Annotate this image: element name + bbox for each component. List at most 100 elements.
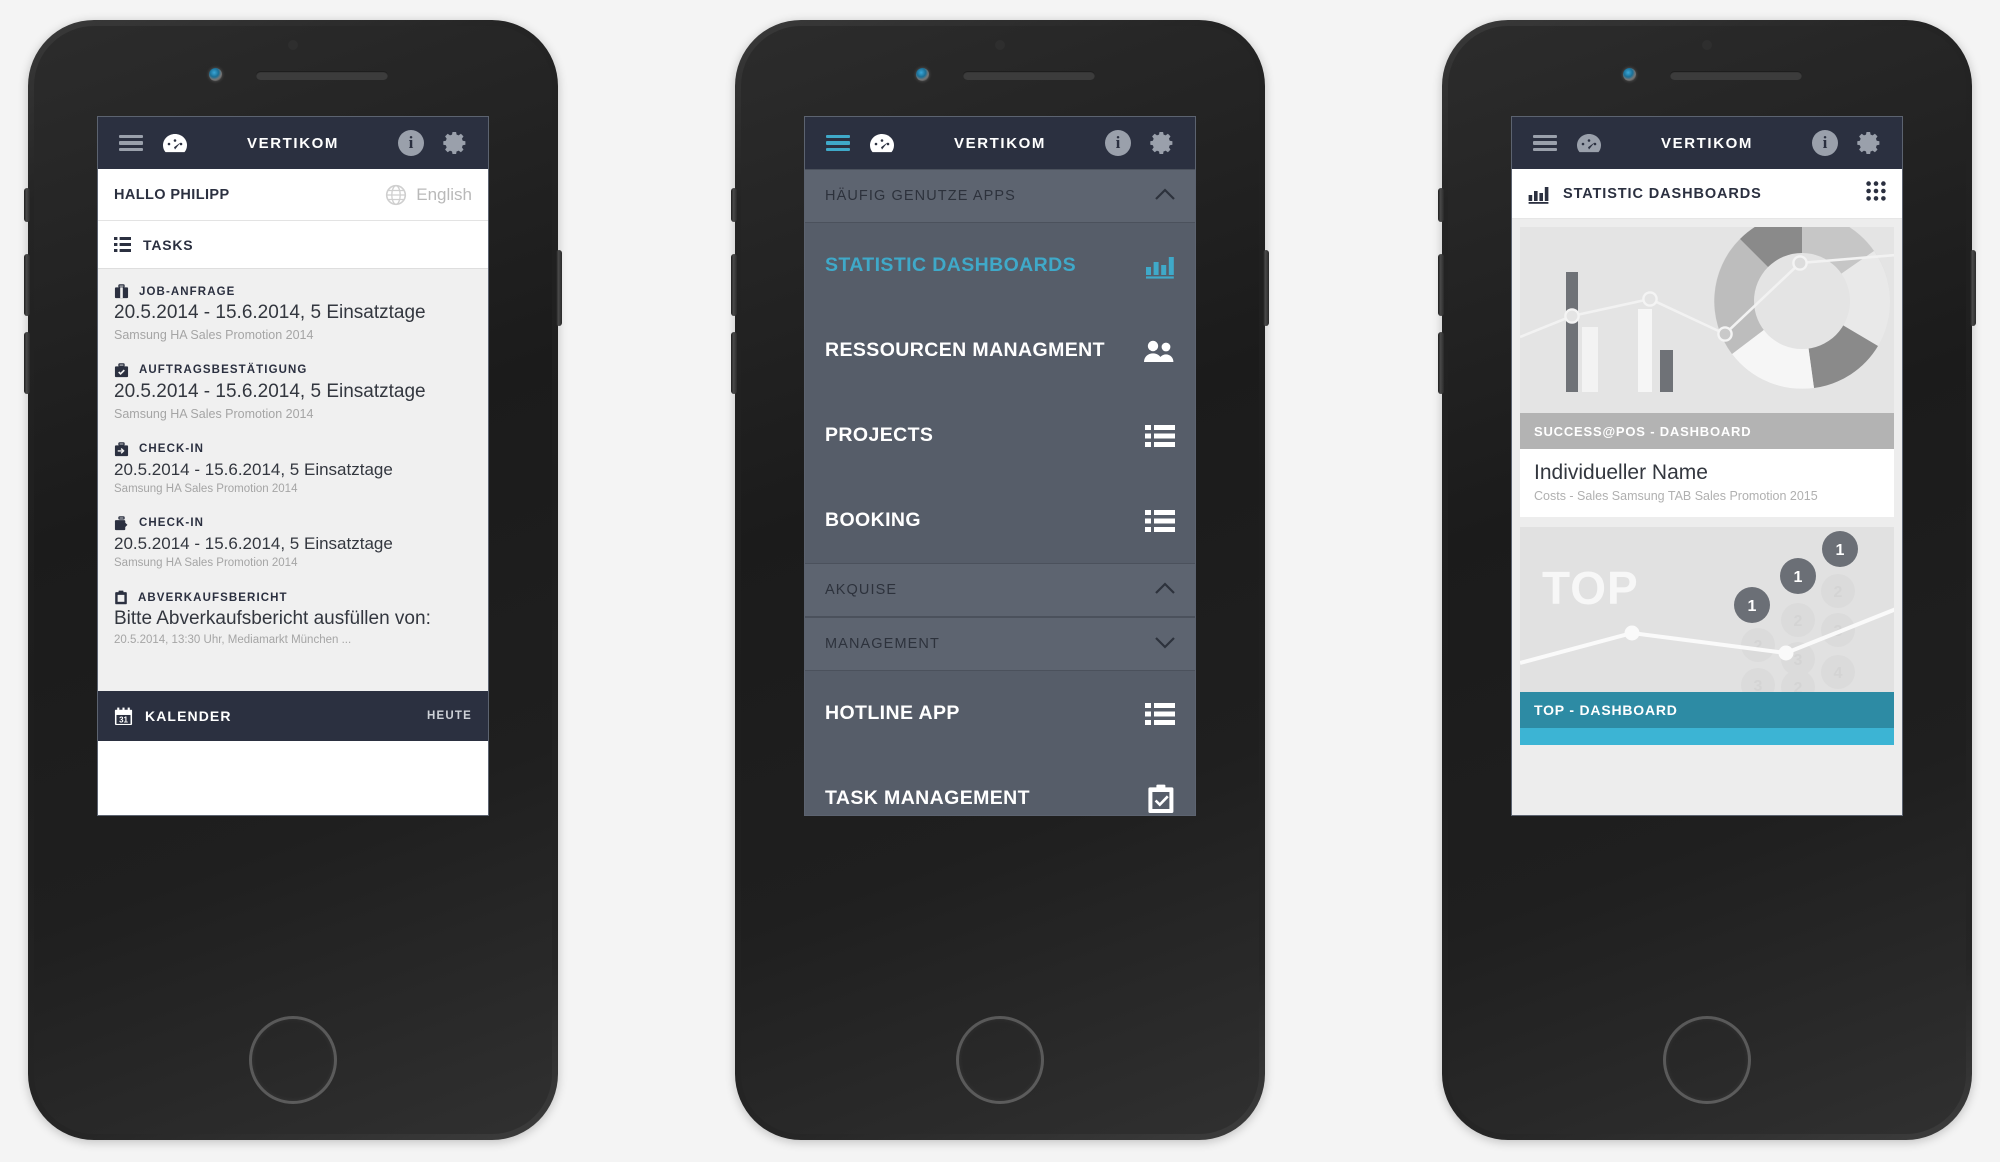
phone-device-1: VERTIKOM i HALLO PHILIPP English TASKS J… (24, 20, 562, 1140)
task-title: Bitte Abverkaufsbericht ausfüllen von: (114, 608, 431, 630)
menu-item-task-management[interactable]: TASK MANAGEMENT (805, 756, 1195, 815)
svg-text:3: 3 (1754, 678, 1763, 692)
task-title: 20.5.2014 - 15.6.2014, 5 Einsatztage (114, 533, 393, 553)
task-item[interactable]: CHECK-IN 20.5.2014 - 15.6.2014, 5 Einsat… (98, 507, 488, 581)
volume-up-button[interactable] (1438, 254, 1444, 316)
task-type: CHECK-IN (139, 517, 205, 530)
chevron-down-icon[interactable] (1155, 636, 1175, 653)
proximity-sensor (288, 40, 298, 50)
volume-up-button[interactable] (24, 254, 30, 316)
menu-section-akquise[interactable]: AKQUISE (805, 563, 1195, 617)
info-icon[interactable]: i (394, 126, 428, 160)
greeting-bar: HALLO PHILIPP English (98, 169, 488, 221)
task-subtitle: Samsung HA Sales Promotion 2014 (114, 482, 298, 495)
task-item[interactable]: JOB-ANFRAGE 20.5.2014 - 15.6.2014, 5 Ein… (98, 275, 488, 354)
home-button[interactable] (1663, 1016, 1751, 1104)
menu-item-label: RESSOURCEN MANAGMENT (825, 339, 1105, 361)
volume-down-button[interactable] (24, 332, 30, 394)
hamburger-icon[interactable] (114, 126, 148, 160)
top-line-chart-art: 2 2 3 2 3 4 3 2 1 1 1 TOP (1520, 527, 1894, 692)
chevron-up-icon[interactable] (1155, 187, 1175, 205)
app-bar: VERTIKOM i (1512, 117, 1902, 169)
info-glyph: i (1105, 130, 1131, 156)
info-glyph: i (398, 130, 424, 156)
menu-section-management[interactable]: MANAGEMENT (805, 617, 1195, 671)
power-button[interactable] (1263, 250, 1269, 326)
list-icon (114, 237, 131, 252)
svg-text:3: 3 (1794, 652, 1803, 669)
volume-down-button[interactable] (731, 332, 737, 394)
task-list[interactable]: JOB-ANFRAGE 20.5.2014 - 15.6.2014, 5 Ein… (98, 269, 488, 691)
dashboard-card-success-at-pos[interactable]: SUCCESS@POS - DASHBOARD Individueller Na… (1520, 227, 1894, 517)
menu-item-statistic-dashboards[interactable]: STATISTIC DASHBOARDS (805, 223, 1195, 308)
info-icon[interactable]: i (1808, 126, 1842, 160)
navigation-menu[interactable]: HÄUFIG GENUTZE APPS STATISTIC DASHBOARDS… (805, 169, 1195, 815)
briefcase-icon (114, 284, 129, 299)
globe-icon (386, 184, 407, 205)
task-type: AUFTRAGSBESTÄTIGUNG (139, 364, 308, 377)
menu-item-booking[interactable]: BOOKING (805, 478, 1195, 563)
task-type: CHECK-IN (139, 443, 205, 456)
silent-switch[interactable] (24, 188, 30, 222)
today-action[interactable]: HEUTE (427, 710, 472, 722)
task-type: JOB-ANFRAGE (139, 285, 236, 298)
gear-icon[interactable] (438, 126, 472, 160)
front-camera (209, 68, 222, 81)
power-button[interactable] (556, 250, 562, 326)
home-button[interactable] (956, 1016, 1044, 1104)
svg-text:1: 1 (1836, 542, 1845, 559)
grid-icon[interactable] (1866, 181, 1886, 206)
clipboard-check-icon (1147, 784, 1175, 814)
task-title: 20.5.2014 - 15.6.2014, 5 Einsatztage (114, 459, 393, 479)
card-description: Costs - Sales Samsung TAB Sales Promotio… (1534, 489, 1818, 503)
app-title: VERTIKOM (954, 134, 1046, 152)
volume-down-button[interactable] (1438, 332, 1444, 394)
info-glyph: i (1812, 130, 1838, 156)
card-name: Individueller Name (1534, 461, 1708, 484)
users-icon (1143, 339, 1175, 363)
gear-icon[interactable] (1145, 126, 1179, 160)
language-switch[interactable]: English (385, 184, 472, 206)
dashboard-cards[interactable]: SUCCESS@POS - DASHBOARD Individueller Na… (1512, 219, 1902, 815)
home-button[interactable] (249, 1016, 337, 1104)
menu-item-label: STATISTIC DASHBOARDS (825, 254, 1077, 276)
screen-menu: VERTIKOM i HÄUFIG GENUTZE APPS STATISTIC… (804, 116, 1196, 816)
task-subtitle: Samsung HA Sales Promotion 2014 (114, 406, 314, 421)
task-item[interactable]: ABVERKAUFSBERICHT Bitte Abverkaufsberich… (98, 581, 488, 658)
card-caption: TOP - DASHBOARD (1520, 692, 1894, 728)
menu-section-haeufig-genutze-apps[interactable]: HÄUFIG GENUTZE APPS (805, 169, 1195, 223)
briefcase-check-icon (114, 363, 129, 377)
menu-item-projects[interactable]: PROJECTS (805, 393, 1195, 478)
chevron-up-icon[interactable] (1155, 581, 1175, 599)
tasks-header[interactable]: TASKS (98, 221, 488, 269)
phone-device-3: VERTIKOM i STATISTIC DASHBOARDS SUCCESS@… (1438, 20, 1976, 1140)
task-title: 20.5.2014 - 15.6.2014, 5 Einsatztage (114, 302, 426, 323)
task-item[interactable]: CHECK-IN 20.5.2014 - 15.6.2014, 5 Einsat… (98, 433, 488, 507)
list-icon (1145, 509, 1175, 533)
hamburger-icon[interactable] (1528, 126, 1562, 160)
gear-icon[interactable] (1852, 126, 1886, 160)
power-button[interactable] (1970, 250, 1976, 326)
task-item[interactable]: AUFTRAGSBESTÄTIGUNG 20.5.2014 - 15.6.201… (98, 354, 488, 433)
earpiece-speaker (256, 71, 388, 80)
volume-up-button[interactable] (731, 254, 737, 316)
svg-text:1: 1 (1794, 569, 1803, 586)
menu-item-hotline-app[interactable]: HOTLINE APP (805, 671, 1195, 756)
svg-text:2: 2 (1794, 680, 1803, 692)
gauge-icon[interactable] (158, 126, 192, 160)
svg-text:2: 2 (1794, 613, 1803, 630)
calendar-label: KALENDER (145, 708, 232, 724)
menu-item-ressourcen-managment[interactable]: RESSOURCEN MANAGMENT (805, 308, 1195, 393)
svg-text:1: 1 (1748, 598, 1757, 615)
calendar-footer[interactable]: 31 KALENDER HEUTE (98, 691, 488, 741)
gauge-icon[interactable] (865, 126, 899, 160)
silent-switch[interactable] (731, 188, 737, 222)
menu-section-label: HÄUFIG GENUTZE APPS (825, 188, 1016, 204)
list-icon (1145, 702, 1175, 726)
dashboard-card-top[interactable]: 2 2 3 2 3 4 3 2 1 1 1 TOP TOP - DASHBOAR… (1520, 527, 1894, 745)
silent-switch[interactable] (1438, 188, 1444, 222)
info-icon[interactable]: i (1101, 126, 1135, 160)
bar-chart-icon (1528, 186, 1549, 204)
gauge-icon[interactable] (1572, 126, 1606, 160)
hamburger-icon[interactable] (821, 126, 855, 160)
